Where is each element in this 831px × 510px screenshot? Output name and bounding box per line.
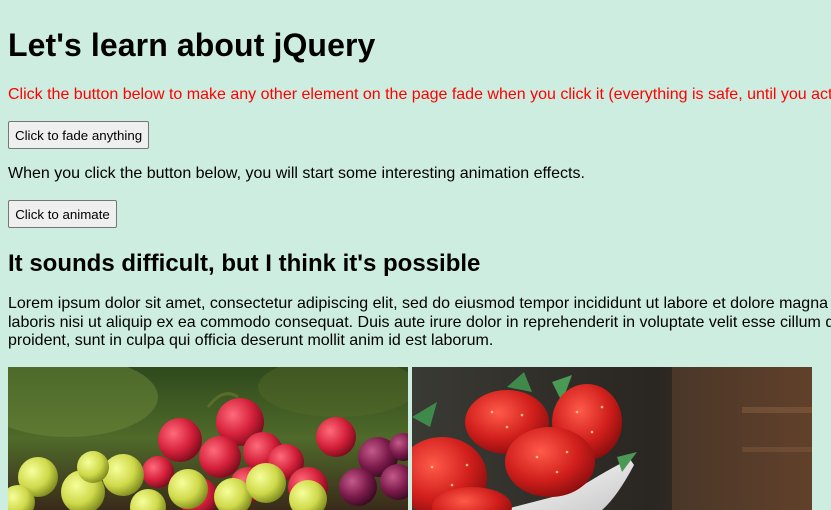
- lorem-line: Lorem ipsum dolor sit amet, consectetur …: [8, 295, 828, 312]
- fade-button[interactable]: Click to fade anything: [8, 121, 149, 149]
- lorem-line: laboris nisi ut aliquip ex ea commodo co…: [8, 313, 831, 331]
- strawberries-image[interactable]: [412, 367, 812, 510]
- lorem-paragraph: Lorem ipsum dolor sit amet, consectetur …: [8, 295, 831, 351]
- animate-button[interactable]: Click to animate: [8, 200, 117, 228]
- section-subheading: It sounds difficult, but I think it's po…: [8, 250, 481, 277]
- fade-notice-text: Click the button below to make any other…: [8, 86, 831, 103]
- animate-info-text: When you click the button below, you wil…: [8, 165, 585, 182]
- page-title: Let's learn about jQuery: [8, 27, 376, 63]
- image-gallery: [8, 367, 812, 510]
- grapes-image[interactable]: [8, 367, 408, 510]
- page: Let's learn about jQuery Click the butto…: [0, 0, 831, 510]
- lorem-line: proident, sunt in culpa qui officia dese…: [8, 332, 494, 349]
